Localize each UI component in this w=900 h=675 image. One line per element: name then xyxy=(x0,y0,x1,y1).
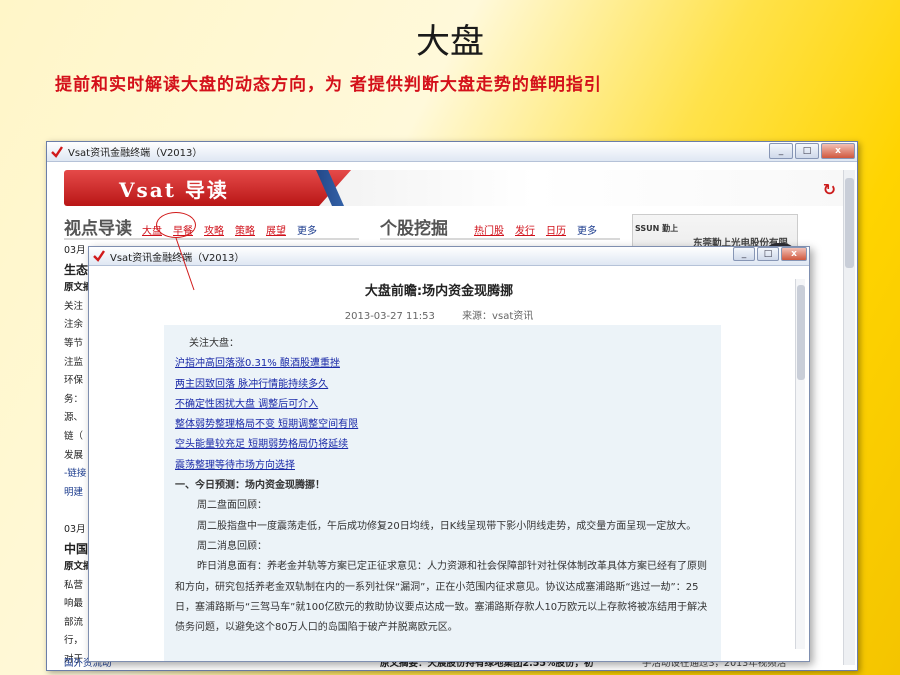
popup-app-check-icon xyxy=(93,250,105,262)
main-window-title: Vsat资讯金融终端（V2013） xyxy=(68,148,203,159)
section-stock: 个股挖掘 热门股 发行 日历 更多 xyxy=(380,214,608,239)
article-date: 2013-03-27 11:53 xyxy=(344,311,435,322)
minimize-button[interactable]: _ xyxy=(769,142,793,159)
article-source: 来源：vsat资讯 xyxy=(462,311,534,322)
popup-close-button[interactable]: x xyxy=(781,247,807,261)
refresh-icon[interactable]: ↻ xyxy=(823,180,836,199)
link-hot-stocks[interactable]: 热门股 xyxy=(474,222,504,237)
ad-brand: SSUN 勤上 xyxy=(635,224,679,233)
link-celue[interactable]: 策略 xyxy=(235,222,255,237)
link-gonglue[interactable]: 攻略 xyxy=(204,222,224,237)
article-link-2[interactable]: 两主因致回落 脉冲行情能持续多久 xyxy=(175,375,711,395)
section-heading-1: 一、今日预测：场内资金现腾挪！ xyxy=(175,480,325,492)
main-window-titlebar[interactable]: Vsat资讯金融终端（V2013） _ □ x xyxy=(47,142,857,162)
popup-titlebar[interactable]: Vsat资讯金融终端（V2013） _ □ x xyxy=(89,247,809,266)
slide-title: 大盘 xyxy=(416,22,484,62)
link-more-stock[interactable]: 更多 xyxy=(577,222,597,237)
article-link-1[interactable]: 沪指冲高回落涨0.31% 酿酒股遭重挫 xyxy=(175,354,711,374)
main-scrollbar[interactable] xyxy=(843,170,855,665)
popup-minimize-button[interactable]: _ xyxy=(733,247,755,261)
subheading-review: 周二盘面回顾： xyxy=(197,500,267,512)
section-stock-title: 个股挖掘 xyxy=(380,219,448,239)
maximize-button[interactable]: □ xyxy=(795,142,819,159)
link-more-viewpoint[interactable]: 更多 xyxy=(297,222,317,237)
annotation-circle xyxy=(156,212,196,238)
section-viewpoint-title: 视点导读 xyxy=(64,219,132,239)
article-link-6[interactable]: 震荡整理等待市场方向选择 xyxy=(175,456,711,476)
article-popup-window: Vsat资讯金融终端（V2013） _ □ x 大盘前瞻:场内资金现腾挪 201… xyxy=(88,246,810,662)
link-issue[interactable]: 发行 xyxy=(515,222,535,237)
popup-scrollbar-thumb[interactable] xyxy=(797,285,805,380)
left-column-line[interactable]: -链接 xyxy=(64,670,124,671)
popup-maximize-button[interactable]: □ xyxy=(757,247,779,261)
app-check-icon xyxy=(51,145,63,158)
popup-title: Vsat资讯金融终端（V2013） xyxy=(110,252,245,264)
subheading-news: 周二消息回顾： xyxy=(197,540,267,552)
article-link-4[interactable]: 整体弱势整理格局不变 短期调整空间有限 xyxy=(175,415,711,435)
main-scrollbar-thumb[interactable] xyxy=(845,178,854,268)
popup-scrollbar[interactable] xyxy=(795,279,805,649)
paragraph-news: 昨日消息面有：养老金并轨等方案已定正征求意见：人力资源和社会保障部针对社保体制改… xyxy=(175,561,708,634)
slide-subtitle: 提前和实时解读大盘的动态方向，为 者提供判断大盘走势的鲜明指引 xyxy=(55,75,602,95)
article-link-5[interactable]: 空头能量较充足 短期弱势格局仍将延续 xyxy=(175,435,711,455)
article-title: 大盘前瞻:场内资金现腾挪 xyxy=(364,284,514,299)
banner-title: Vsat 导读 xyxy=(119,178,229,202)
close-button[interactable]: x xyxy=(821,142,855,159)
paragraph-review: 周二股指盘中一度震荡走低，午后成功修复20日均线，日K线呈现带下影小阴线走势，成… xyxy=(197,520,697,532)
link-calendar[interactable]: 日历 xyxy=(546,222,566,237)
article-meta: 2013-03-27 11:53 来源：vsat资讯 xyxy=(89,307,789,322)
banner: Vsat 导读 ↻ xyxy=(64,170,854,206)
link-zhanwang[interactable]: 展望 xyxy=(266,222,286,237)
section-viewpoint: 视点导读 大盘 早餐 攻略 策略 展望 更多 xyxy=(64,214,328,239)
article-content: 关注大盘： 沪指冲高回落涨0.31% 酿酒股遭重挫 两主因致回落 脉冲行情能持续… xyxy=(164,325,721,661)
article-link-3[interactable]: 不确定性困扰大盘 调整后可介入 xyxy=(175,395,711,415)
article-intro: 关注大盘： xyxy=(189,338,239,349)
